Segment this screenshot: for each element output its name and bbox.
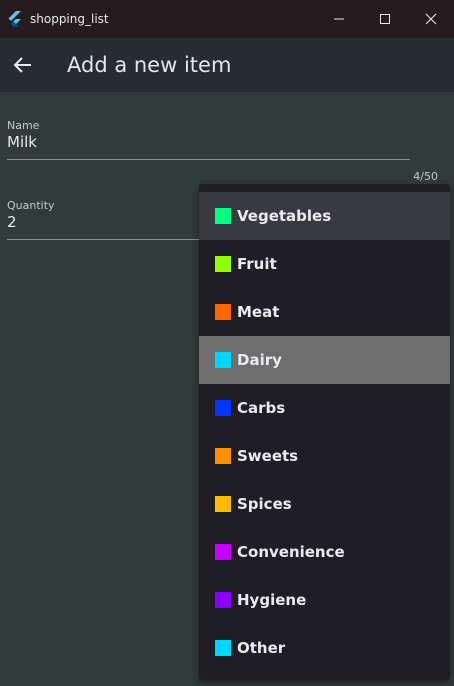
- page-title: Add a new item: [67, 53, 232, 77]
- menu-item-carbs[interactable]: Carbs: [199, 384, 450, 432]
- maximize-button[interactable]: [362, 0, 408, 38]
- color-swatch: [215, 208, 231, 224]
- flutter-logo-icon: [8, 11, 21, 27]
- window-title: shopping_list: [30, 12, 109, 26]
- menu-item-other[interactable]: Other: [199, 624, 450, 672]
- app-bar: Add a new item: [0, 38, 454, 92]
- color-swatch: [215, 496, 231, 512]
- color-swatch: [215, 400, 231, 416]
- menu-item-label: Meat: [237, 303, 280, 321]
- menu-item-label: Sweets: [237, 447, 299, 465]
- window-title-bar: shopping_list: [0, 0, 454, 38]
- minimize-icon: [334, 18, 344, 20]
- back-button[interactable]: [11, 53, 35, 77]
- name-field-value[interactable]: Milk: [7, 133, 39, 151]
- color-swatch: [215, 256, 231, 272]
- menu-item-dairy[interactable]: Dairy: [199, 336, 450, 384]
- quantity-field-underline: [7, 239, 207, 240]
- name-field-underline: [7, 159, 410, 160]
- menu-item-sweets[interactable]: Sweets: [199, 432, 450, 480]
- color-swatch: [215, 304, 231, 320]
- menu-item-label: Carbs: [237, 399, 286, 417]
- name-char-counter: 4/50: [413, 170, 438, 183]
- color-swatch: [215, 640, 231, 656]
- color-swatch: [215, 544, 231, 560]
- arrow-left-icon: [13, 57, 31, 73]
- close-icon: [425, 13, 437, 25]
- close-button[interactable]: [408, 0, 454, 38]
- color-swatch: [215, 592, 231, 608]
- menu-item-spices[interactable]: Spices: [199, 480, 450, 528]
- menu-item-meat[interactable]: Meat: [199, 288, 450, 336]
- window-controls: [316, 0, 454, 38]
- menu-item-label: Hygiene: [237, 591, 307, 609]
- color-swatch: [215, 448, 231, 464]
- menu-item-label: Spices: [237, 495, 292, 513]
- color-swatch: [215, 352, 231, 368]
- menu-item-label: Dairy: [237, 351, 282, 369]
- name-field-label: Name: [7, 119, 40, 132]
- category-dropdown-menu: Vegetables Fruit Meat Dairy Carbs Sweets…: [199, 184, 450, 680]
- menu-item-convenience[interactable]: Convenience: [199, 528, 450, 576]
- minimize-button[interactable]: [316, 0, 362, 38]
- menu-item-label: Convenience: [237, 543, 345, 561]
- menu-item-label: Vegetables: [237, 207, 332, 225]
- menu-item-fruit[interactable]: Fruit: [199, 240, 450, 288]
- maximize-icon: [380, 14, 390, 24]
- quantity-field-value[interactable]: 2: [7, 213, 55, 231]
- menu-item-hygiene[interactable]: Hygiene: [199, 576, 450, 624]
- menu-item-label: Fruit: [237, 255, 277, 273]
- quantity-field[interactable]: Quantity 2: [7, 199, 55, 231]
- name-field[interactable]: Name Milk: [7, 119, 39, 151]
- menu-item-label: Other: [237, 639, 286, 657]
- quantity-field-label: Quantity: [7, 199, 55, 212]
- menu-item-vegetables[interactable]: Vegetables: [199, 192, 450, 240]
